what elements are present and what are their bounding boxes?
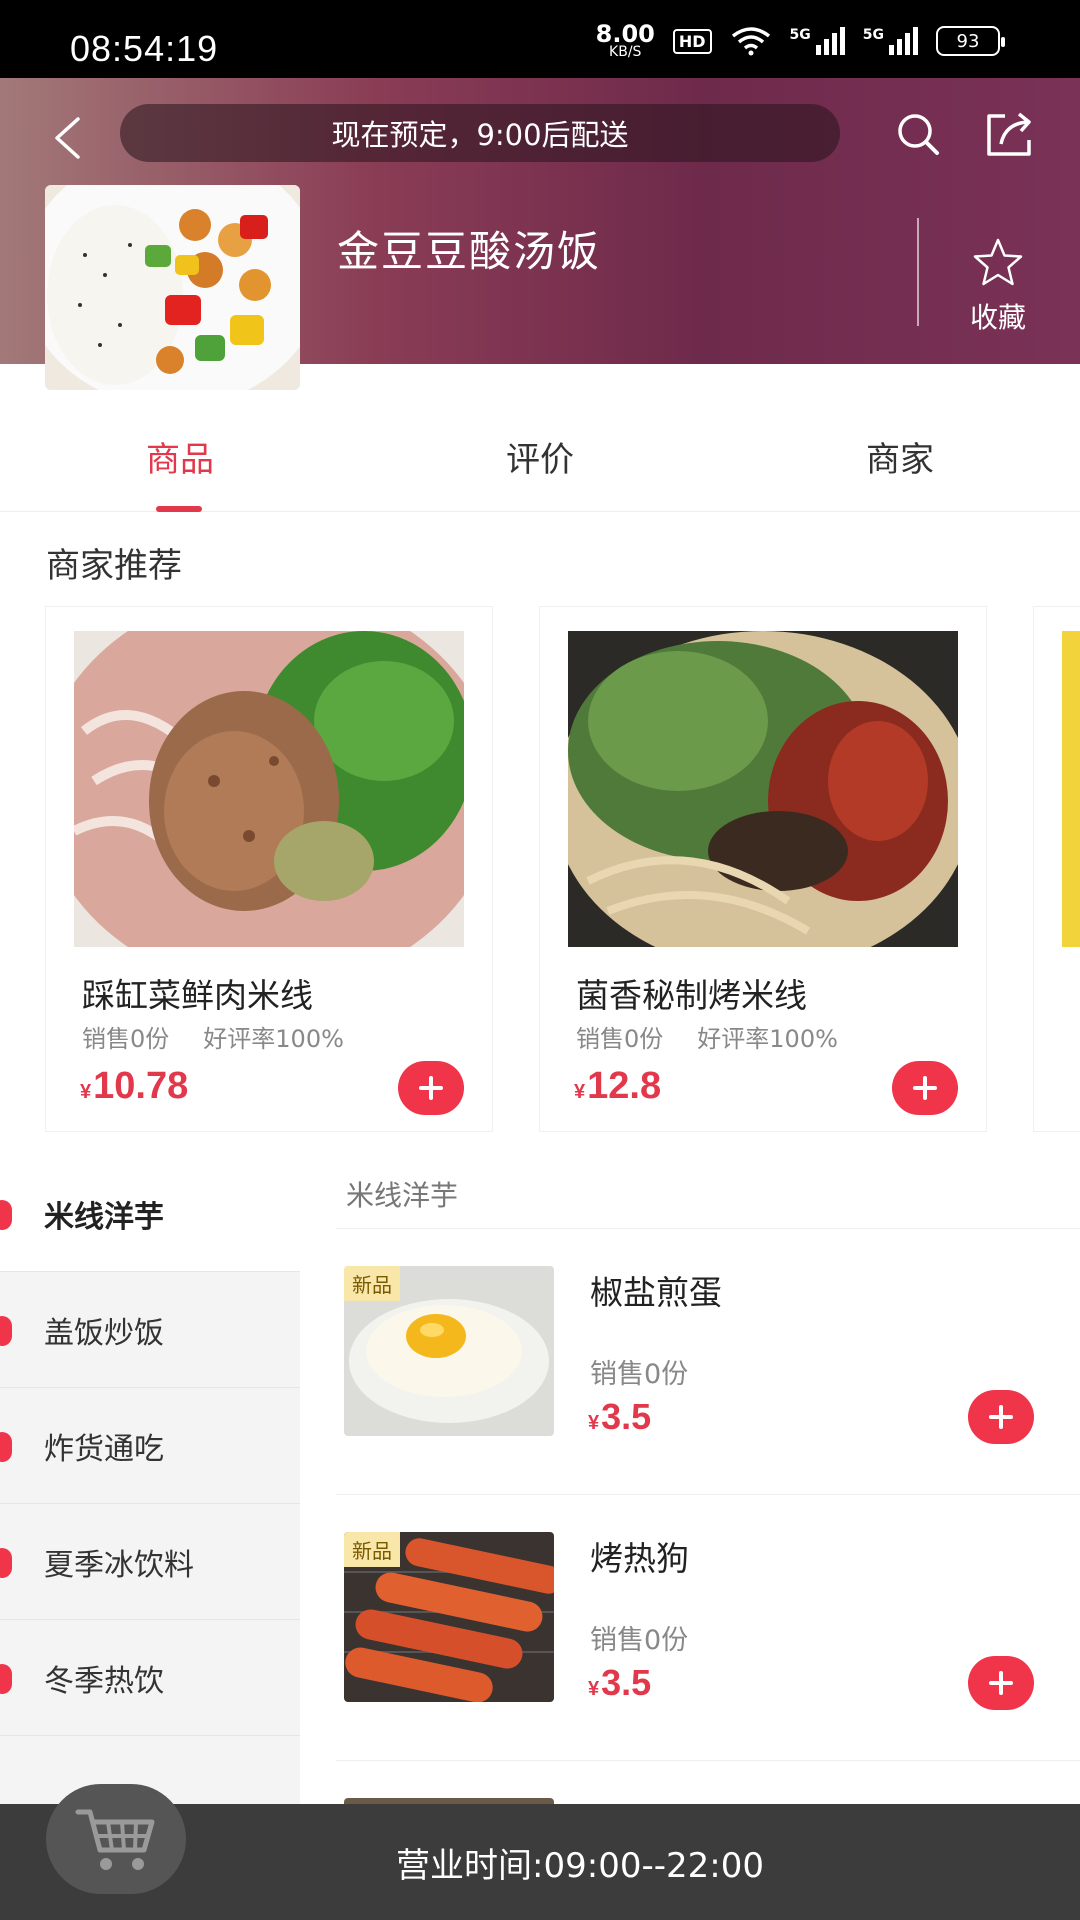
category-indicator	[0, 1200, 12, 1230]
product-meta: 销售0份 好评率100%	[576, 1019, 838, 1054]
product-price: ¥3.5	[588, 1396, 651, 1438]
price-value: 10.78	[93, 1065, 189, 1107]
category-sidebar: 米线洋芋 盖饭炒饭 炸货通吃 夏季冰饮料 冬季热饮	[0, 1156, 300, 1820]
sales-count: 销售0份	[590, 1625, 689, 1656]
category-indicator	[0, 1548, 12, 1578]
status-bar: 08:54:19 8.00 KB/S HD 5G 5G 93	[0, 0, 1080, 78]
divider	[336, 1228, 1080, 1229]
category-indicator	[0, 1432, 12, 1462]
wifi-icon	[731, 27, 770, 56]
back-arrow-icon	[55, 117, 80, 159]
plus-icon	[419, 1076, 443, 1100]
store-name: 金豆豆酸汤饭	[337, 227, 602, 276]
product-image[interactable]: 新品	[344, 1532, 554, 1702]
tab-reviews[interactable]: 评价	[440, 432, 640, 481]
network-speed-value: 8.00	[595, 20, 655, 48]
cart-button[interactable]	[46, 1784, 186, 1894]
divider	[336, 1760, 1080, 1761]
share-icon	[987, 112, 1031, 156]
product-price: ¥12.8	[574, 1065, 661, 1108]
rice-bowl-image	[45, 185, 300, 390]
add-to-cart-button[interactable]	[892, 1061, 958, 1115]
rating: 好评率100%	[203, 1025, 344, 1053]
battery-level: 93	[956, 30, 980, 52]
category-indicator	[0, 1664, 12, 1694]
category-item[interactable]: 夏季冰饮料	[0, 1504, 300, 1620]
product-name: 烤热狗	[590, 1539, 689, 1578]
add-to-cart-button[interactable]	[968, 1656, 1034, 1710]
category-label: 米线洋芋	[44, 1199, 164, 1235]
star-icon	[973, 238, 1023, 286]
delivery-notice: 现在预定，9:00后配送	[120, 104, 840, 162]
category-indicator	[0, 1316, 12, 1346]
add-to-cart-button[interactable]	[968, 1390, 1034, 1444]
tab-merchant[interactable]: 商家	[800, 432, 1000, 481]
search-icon	[898, 114, 939, 155]
sales-count: 销售0份	[590, 1359, 689, 1390]
product-image	[1062, 631, 1080, 947]
divider	[336, 1494, 1080, 1495]
status-icons: 8.00 KB/S HD 5G 5G 93	[595, 20, 1005, 60]
product-meta: 销售0份 好评率100%	[82, 1019, 344, 1054]
search-button[interactable]	[888, 104, 948, 164]
category-item[interactable]: 冬季热饮	[0, 1620, 300, 1736]
recommend-card-partial[interactable]	[1033, 606, 1080, 1132]
tab-bar: 商品 评价 商家	[0, 432, 1080, 512]
network-speed: 8.00 KB/S	[595, 20, 655, 60]
product-name: 踩缸菜鲜肉米线	[82, 976, 313, 1015]
currency-symbol: ¥	[588, 1412, 600, 1434]
category-label: 冬季热饮	[44, 1663, 164, 1699]
product-image	[568, 631, 958, 947]
favorite-label: 收藏	[969, 301, 1026, 334]
category-item[interactable]: 炸货通吃	[0, 1388, 300, 1504]
cart-icon	[75, 1809, 155, 1870]
plus-icon	[989, 1671, 1013, 1695]
add-to-cart-button[interactable]	[398, 1061, 464, 1115]
hd-badge-icon: HD	[672, 28, 712, 54]
price-value: 3.5	[601, 1662, 652, 1703]
currency-symbol: ¥	[588, 1678, 600, 1700]
battery-icon: 93	[936, 26, 1005, 57]
plus-icon	[989, 1405, 1013, 1429]
tab-products[interactable]: 商品	[80, 432, 280, 481]
divider	[917, 218, 919, 326]
product-price: ¥3.5	[588, 1662, 651, 1704]
currency-symbol: ¥	[80, 1081, 92, 1103]
signal-2-label: 5G	[862, 27, 884, 44]
recommend-title: 商家推荐	[46, 546, 182, 586]
active-tab-indicator	[156, 506, 202, 512]
store-header: 现在预定，9:00后配送 金豆豆酸汤饭 收藏	[0, 78, 1080, 390]
currency-symbol: ¥	[574, 1081, 586, 1103]
sales-count: 销售0份	[82, 1025, 170, 1053]
rating: 好评率100%	[697, 1025, 838, 1053]
product-name: 菌香秘制烤米线	[576, 976, 807, 1015]
product-image[interactable]: 新品	[344, 1266, 554, 1436]
signal-icon-1: 5G	[789, 27, 845, 56]
new-badge: 新品	[344, 1266, 400, 1301]
product-image	[74, 631, 464, 947]
category-label: 夏季冰饮料	[44, 1547, 194, 1583]
new-badge: 新品	[344, 1532, 400, 1567]
price-value: 3.5	[601, 1396, 652, 1437]
store-thumbnail	[45, 185, 300, 390]
price-value: 12.8	[587, 1065, 662, 1107]
category-item[interactable]: 米线洋芋	[0, 1156, 300, 1272]
sales-count: 销售0份	[576, 1025, 664, 1053]
back-button[interactable]	[42, 108, 92, 168]
plus-icon	[913, 1076, 937, 1100]
category-label: 盖饭炒饭	[44, 1315, 164, 1351]
network-speed-unit: KB/S	[609, 43, 642, 60]
product-section-title: 米线洋芋	[346, 1179, 459, 1212]
favorite-button[interactable]: 收藏	[948, 236, 1048, 336]
signal-1-label: 5G	[789, 27, 811, 44]
category-item[interactable]: 盖饭炒饭	[0, 1272, 300, 1388]
product-name: 椒盐煎蛋	[590, 1273, 722, 1312]
product-price: ¥10.78	[80, 1065, 188, 1108]
status-time: 08:54:19	[70, 28, 219, 69]
share-button[interactable]	[980, 104, 1040, 164]
recommend-card[interactable]: 菌香秘制烤米线 销售0份 好评率100% ¥12.8	[539, 606, 987, 1132]
recommend-card[interactable]: 踩缸菜鲜肉米线 销售0份 好评率100% ¥10.78	[45, 606, 493, 1132]
signal-icon-2: 5G	[862, 27, 918, 56]
category-label: 炸货通吃	[44, 1431, 164, 1467]
